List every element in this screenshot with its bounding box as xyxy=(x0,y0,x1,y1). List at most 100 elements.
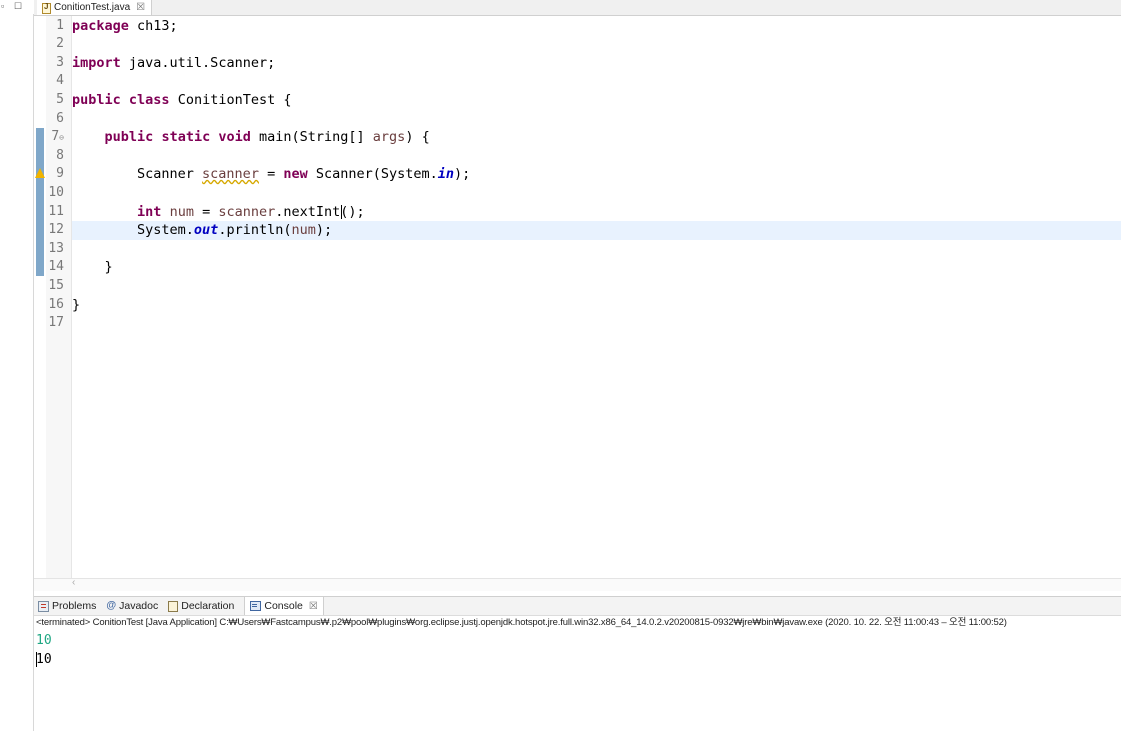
line-number: 9 xyxy=(56,166,64,182)
code-text: System.out.println(num); xyxy=(72,221,332,240)
close-tab-icon[interactable]: ☒ xyxy=(309,601,318,612)
code-line[interactable]: 7⊖ public static void main(String[] args… xyxy=(51,128,1121,147)
mouse-ibeam-cursor xyxy=(341,204,342,219)
line-number: 13 xyxy=(48,240,64,256)
code-token: .nextInt(); xyxy=(275,203,365,220)
code-token: int xyxy=(137,203,162,220)
code-token: public xyxy=(104,129,154,146)
code-line[interactable]: 11 int num = scanner.nextInt(); xyxy=(48,203,1121,222)
code-token: void xyxy=(218,129,251,146)
console-line: 10 xyxy=(36,651,52,667)
code-token: main(String[] xyxy=(250,129,373,146)
code-token: .println( xyxy=(218,222,292,239)
code-line[interactable]: 16} xyxy=(48,296,1121,315)
code-text: Scanner scanner = new Scanner(System.in)… xyxy=(72,165,470,184)
line-number: 17 xyxy=(48,315,64,331)
horizontal-scrollbar[interactable]: ‹ xyxy=(34,577,1121,591)
panel-tab-javadoc[interactable]: @ Javadoc xyxy=(106,597,158,615)
panel-tab-label: Javadoc xyxy=(119,600,159,612)
panel-tab-label: Problems xyxy=(52,600,97,612)
change-marker xyxy=(36,128,44,276)
line-number: 4 xyxy=(56,73,64,89)
code-line[interactable]: 15 xyxy=(48,277,1121,296)
editor-tab-conitiontest[interactable]: ConitionTest.java ☒ xyxy=(37,0,153,15)
code-token: args xyxy=(372,129,406,146)
code-lines[interactable]: 1 package ch13; 2 3 import java.util.Scanner… xyxy=(35,16,1121,578)
bottom-panel-tabs: Problems @ Javadoc Declaration Console ☒ xyxy=(34,596,1121,616)
panel-tab-problems[interactable]: Problems xyxy=(38,597,96,615)
code-text: import java.util.Scanner; xyxy=(72,54,275,73)
code-token: num xyxy=(291,222,316,239)
code-token: ); xyxy=(315,222,333,239)
console-line: 10 xyxy=(36,633,52,648)
warning-icon[interactable] xyxy=(35,168,45,179)
line-number: 7⊖ xyxy=(51,129,64,145)
line-number: 1 xyxy=(56,17,64,33)
declaration-icon xyxy=(168,600,179,612)
code-line[interactable]: 6 xyxy=(56,110,1121,129)
code-token: System. xyxy=(72,222,194,239)
code-token: Scanner(System. xyxy=(307,166,438,183)
close-tab-icon[interactable]: ☒ xyxy=(136,2,145,13)
code-token: new xyxy=(283,166,308,183)
line-number: 11 xyxy=(48,203,64,219)
code-token: in xyxy=(437,166,455,183)
code-text: public static void main(String[] args) { xyxy=(72,128,430,147)
code-line[interactable]: 4 xyxy=(56,72,1121,91)
code-token: package xyxy=(72,17,129,34)
code-token: class xyxy=(128,91,170,108)
line-number: 12 xyxy=(48,222,64,238)
code-line[interactable]: 12 System.out.println(num); xyxy=(48,221,1121,240)
code-text: } xyxy=(72,258,113,277)
code-line[interactable]: 14 } xyxy=(48,258,1121,277)
code-text: } xyxy=(72,296,80,315)
code-line[interactable]: 13 xyxy=(48,240,1121,259)
collapsed-view-strip: ▫ ☐ xyxy=(0,0,34,731)
maximize-icon[interactable]: ☐ xyxy=(14,0,22,14)
code-line[interactable]: 8 xyxy=(56,147,1121,166)
console-output[interactable]: 10 10 xyxy=(34,630,1121,731)
code-line[interactable]: 2 xyxy=(56,35,1121,54)
code-line[interactable]: 3 import java.util.Scanner; xyxy=(56,54,1121,73)
code-line[interactable]: 9 Scanner scanner = new Scanner(System.i… xyxy=(35,165,1121,184)
code-line[interactable]: 10 xyxy=(48,184,1121,203)
code-token: ConitionTest { xyxy=(169,91,292,108)
panel-tab-declaration[interactable]: Declaration xyxy=(168,597,234,615)
code-text: int num = scanner.nextInt(); xyxy=(72,203,365,222)
code-line[interactable]: 1 package ch13; xyxy=(56,17,1121,36)
code-token: num xyxy=(169,203,194,220)
code-text: package ch13; xyxy=(72,17,178,36)
code-token: ch13; xyxy=(128,17,178,34)
java-file-icon xyxy=(41,2,51,14)
code-editor[interactable]: 1 package ch13; 2 3 import java.util.Scanner… xyxy=(34,16,1121,578)
code-token: public xyxy=(72,91,121,108)
console-status-line: <terminated> ConitionTest [Java Applicat… xyxy=(36,617,1007,628)
fold-toggle-icon[interactable]: ⊖ xyxy=(59,133,64,142)
line-number: 16 xyxy=(48,296,64,312)
panel-tab-console[interactable]: Console ☒ xyxy=(244,597,324,615)
line-number: 10 xyxy=(48,184,64,200)
code-token: ); xyxy=(454,166,471,183)
code-token: static xyxy=(161,129,211,146)
code-line[interactable]: 5 public class ConitionTest { xyxy=(56,91,1121,110)
code-token: } xyxy=(72,296,81,313)
javadoc-icon: @ xyxy=(106,600,117,611)
code-token: } xyxy=(72,259,113,276)
line-number: 3 xyxy=(56,54,64,70)
line-number: 5 xyxy=(56,91,64,107)
code-token: = xyxy=(258,166,284,183)
problems-icon xyxy=(38,600,49,612)
panel-tab-label: Console xyxy=(264,600,303,612)
line-number: 8 xyxy=(56,147,64,163)
editor-tab-bar: ConitionTest.java ☒ xyxy=(34,0,1121,16)
scroll-left-icon[interactable]: ‹ xyxy=(72,577,75,588)
minimize-icon[interactable]: ▫ xyxy=(1,0,4,14)
code-line[interactable]: 17 xyxy=(48,314,1121,333)
code-token: Scanner xyxy=(72,166,203,183)
code-text: public class ConitionTest { xyxy=(72,91,291,110)
panel-tab-label: Declaration xyxy=(181,600,235,612)
